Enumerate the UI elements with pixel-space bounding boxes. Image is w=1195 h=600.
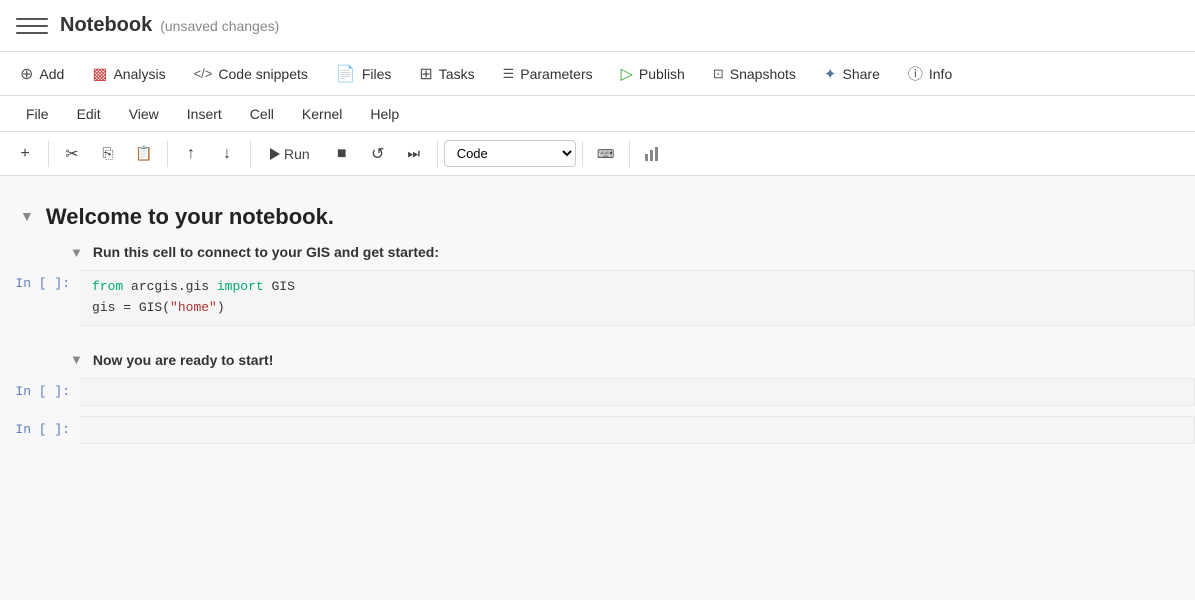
- snapshots-button[interactable]: ⊡ Snapshots: [701, 60, 808, 88]
- var-gis: gis: [92, 300, 123, 315]
- files-icon: 📄: [336, 64, 356, 84]
- code-cell-1: In [ ]: from arcgis.gis import GIS gis =…: [0, 270, 1195, 326]
- stop-button[interactable]: ■: [325, 137, 359, 171]
- snapshots-label: Snapshots: [730, 66, 796, 82]
- cell-content-1[interactable]: from arcgis.gis import GIS gis = GIS("ho…: [80, 270, 1195, 326]
- sub-heading-2-text: Now you are ready to start!: [93, 352, 274, 368]
- menu-kernel[interactable]: Kernel: [288, 102, 356, 126]
- menu-file[interactable]: File: [12, 102, 63, 126]
- cell-label-3: In [ ]:: [0, 416, 80, 437]
- notebook-toolbar: + ✂ ⎘ 📋 ↑ ↓ Run ■ ↺ ⏭ Code Markdown Raw …: [0, 132, 1195, 176]
- sub-collapse-arrow-1[interactable]: ▼: [70, 245, 83, 260]
- class-name: GIS: [271, 279, 294, 294]
- menu-bar: File Edit View Insert Cell Kernel Help: [0, 96, 1195, 132]
- copy-button[interactable]: ⎘: [91, 137, 125, 171]
- share-label: Share: [843, 66, 880, 82]
- toolbar-separator-1: [48, 141, 49, 167]
- module-name: arcgis.gis: [131, 279, 217, 294]
- func-gis-close: ): [217, 300, 225, 315]
- info-button[interactable]: ⓘ Info: [896, 57, 964, 90]
- heading-1-text: Welcome to your notebook.: [46, 204, 334, 230]
- notebook-title: Notebook: [60, 14, 152, 37]
- publish-label: Publish: [639, 66, 685, 82]
- cell-content-2[interactable]: [80, 378, 1195, 406]
- run-button[interactable]: Run: [257, 141, 323, 167]
- collapse-arrow-1[interactable]: ▼: [20, 208, 34, 224]
- toolbar-separator-4: [437, 141, 438, 167]
- str-home: "home": [170, 300, 217, 315]
- hamburger-menu[interactable]: [16, 10, 48, 42]
- menu-cell[interactable]: Cell: [236, 102, 288, 126]
- parameters-button[interactable]: ☰ Parameters: [491, 60, 605, 88]
- info-icon: ⓘ: [908, 63, 923, 84]
- sub-heading-2: ▼ Now you are ready to start!: [0, 346, 1195, 374]
- unsaved-changes-label: (unsaved changes): [160, 18, 279, 34]
- menu-view[interactable]: View: [115, 102, 173, 126]
- toolbar-separator-5: [582, 141, 583, 167]
- tasks-button[interactable]: ⊞ Tasks: [407, 58, 486, 90]
- files-button[interactable]: 📄 Files: [324, 58, 403, 90]
- run-triangle-icon: [270, 148, 280, 160]
- analysis-icon: ▩: [92, 64, 107, 84]
- chart-icon: [644, 146, 662, 162]
- add-cell-button[interactable]: +: [8, 137, 42, 171]
- code-cell-3: In [ ]:: [0, 416, 1195, 444]
- keyword-from: from: [92, 279, 123, 294]
- notebook-content: ▼ Welcome to your notebook. ▼ Run this c…: [0, 176, 1195, 600]
- move-down-button[interactable]: ↓: [210, 137, 244, 171]
- analysis-button[interactable]: ▩ Analysis: [80, 58, 177, 90]
- fast-forward-button[interactable]: ⏭: [397, 137, 431, 171]
- top-bar: Notebook (unsaved changes): [0, 0, 1195, 52]
- toolbar-nav: ⊕ Add ▩ Analysis </> Code snippets 📄 Fil…: [0, 52, 1195, 96]
- code-snippets-icon: </>: [194, 66, 213, 81]
- files-label: Files: [362, 66, 392, 82]
- menu-insert[interactable]: Insert: [173, 102, 236, 126]
- sub-collapse-arrow-2[interactable]: ▼: [70, 352, 83, 367]
- analysis-label: Analysis: [113, 66, 165, 82]
- toolbar-separator-6: [629, 141, 630, 167]
- restart-button[interactable]: ↺: [361, 137, 395, 171]
- code-snippets-button[interactable]: </> Code snippets: [182, 60, 320, 88]
- parameters-label: Parameters: [520, 66, 592, 82]
- menu-help[interactable]: Help: [356, 102, 413, 126]
- add-icon: ⊕: [20, 64, 33, 84]
- snapshots-icon: ⊡: [713, 66, 724, 82]
- code-line-1: from arcgis.gis import GIS: [92, 277, 1182, 298]
- info-label: Info: [929, 66, 952, 82]
- parameters-icon: ☰: [503, 66, 515, 82]
- add-label: Add: [39, 66, 64, 82]
- sub-heading-1: ▼ Run this cell to connect to your GIS a…: [0, 238, 1195, 266]
- op-equals: =: [123, 300, 139, 315]
- section-heading-1: ▼ Welcome to your notebook.: [0, 196, 1195, 238]
- code-cell-2: In [ ]:: [0, 378, 1195, 406]
- cell-label-1: In [ ]:: [0, 270, 80, 291]
- cell-content-3[interactable]: [80, 416, 1195, 444]
- cell-label-2-text: In [ ]:: [15, 384, 70, 399]
- publish-button[interactable]: ▷ Publish: [609, 58, 697, 90]
- toolbar-separator-3: [250, 141, 251, 167]
- chart-button[interactable]: [636, 137, 670, 171]
- move-up-button[interactable]: ↑: [174, 137, 208, 171]
- menu-edit[interactable]: Edit: [63, 102, 115, 126]
- run-label: Run: [284, 146, 310, 162]
- share-button[interactable]: ✦ Share: [812, 59, 892, 89]
- paste-button[interactable]: 📋: [127, 137, 161, 171]
- toolbar-separator-2: [167, 141, 168, 167]
- tasks-icon: ⊞: [419, 64, 432, 84]
- tasks-label: Tasks: [439, 66, 475, 82]
- keyboard-shortcuts-button[interactable]: ⌨: [589, 137, 623, 171]
- share-icon: ✦: [824, 65, 837, 83]
- keyword-import: import: [217, 279, 264, 294]
- func-gis: GIS(: [139, 300, 170, 315]
- publish-icon: ▷: [621, 64, 633, 84]
- sub-heading-1-text: Run this cell to connect to your GIS and…: [93, 244, 439, 260]
- cut-button[interactable]: ✂: [55, 137, 89, 171]
- cell-label-1-text: In [ ]:: [15, 276, 70, 291]
- cell-label-2: In [ ]:: [0, 378, 80, 399]
- code-snippets-label: Code snippets: [218, 66, 308, 82]
- code-line-2: gis = GIS("home"): [92, 298, 1182, 319]
- add-button[interactable]: ⊕ Add: [8, 58, 76, 90]
- cell-label-3-text: In [ ]:: [15, 422, 70, 437]
- cell-type-select[interactable]: Code Markdown Raw NBConvert: [444, 140, 576, 167]
